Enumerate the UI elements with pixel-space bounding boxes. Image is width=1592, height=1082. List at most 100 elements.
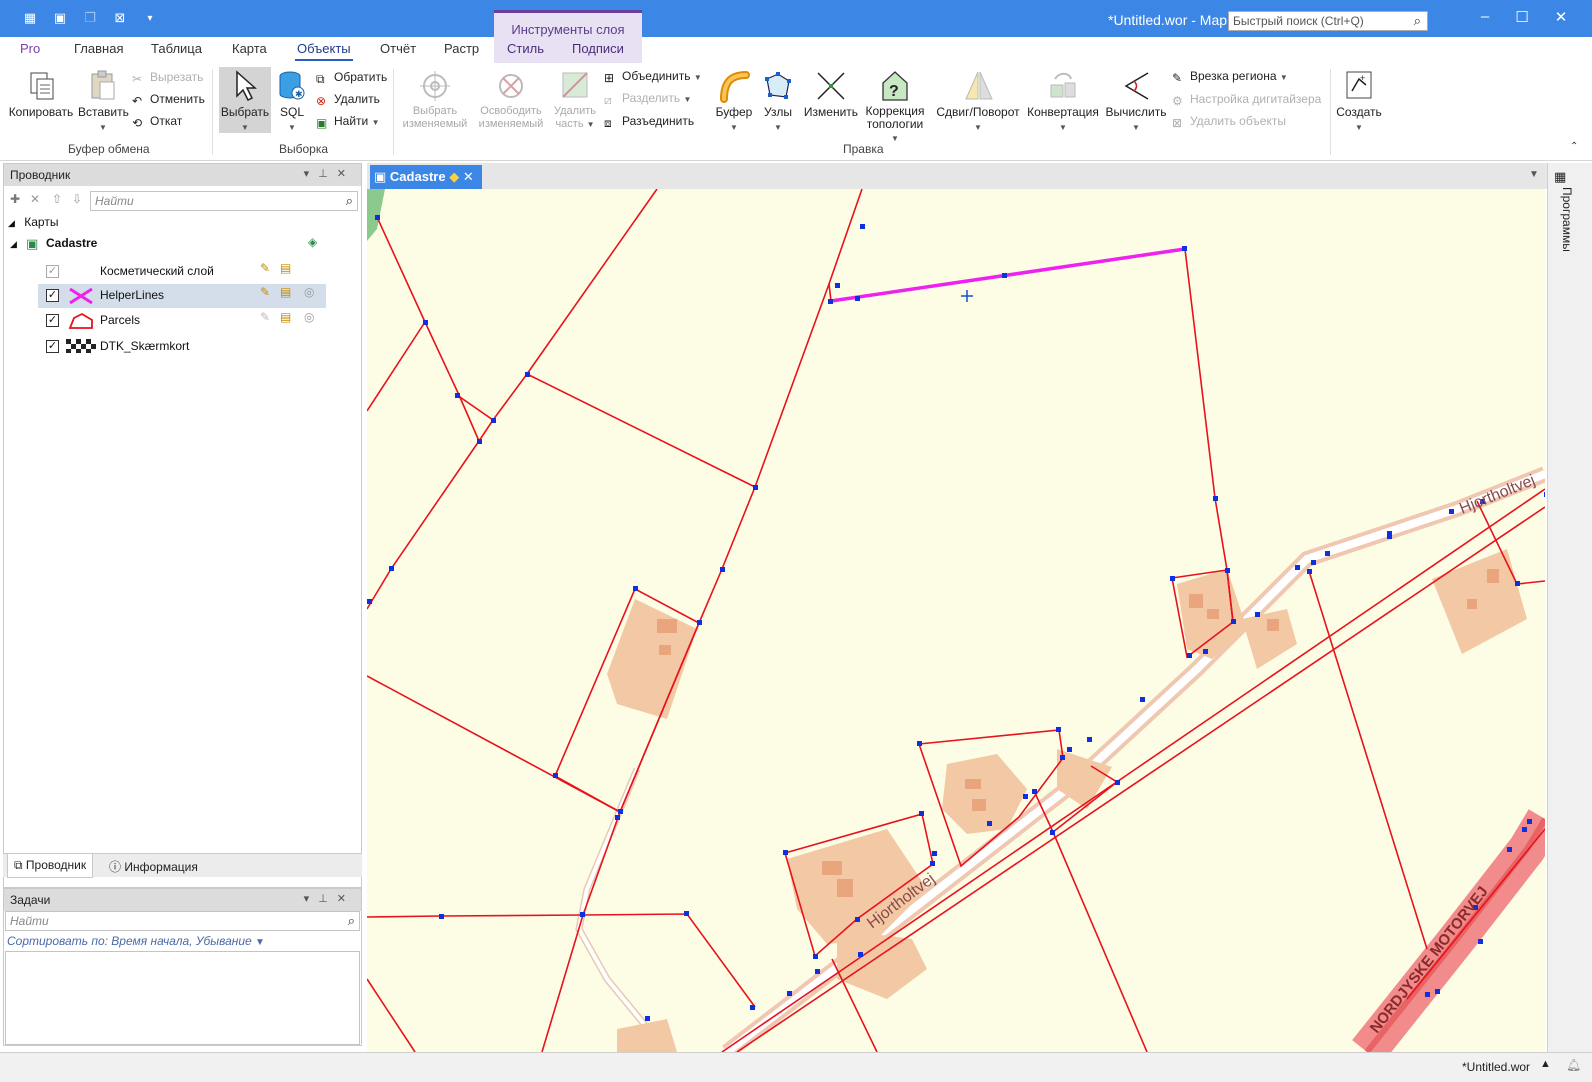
tab-raster[interactable]: Растр (444, 41, 479, 56)
svg-text:?: ? (889, 83, 899, 100)
search-icon[interactable]: ⌕ (348, 913, 355, 929)
programs-tab[interactable]: Программы (1560, 187, 1574, 252)
customize-toolbar-icon[interactable]: ▾ (142, 10, 158, 26)
nodes-button[interactable]: Узлы ▼ (758, 69, 798, 133)
tab-home[interactable]: Главная (74, 41, 123, 56)
tab-explorer[interactable]: ⧉ Проводник (7, 854, 94, 878)
topology-button[interactable]: ? Коррекция топологии ▼ (862, 69, 928, 145)
layer-visibility-checkbox[interactable]: ✓ (46, 340, 59, 353)
snap-icon[interactable]: ◎ (304, 310, 314, 324)
rollback-button[interactable]: ⟲ Откат (132, 114, 182, 130)
compute-label: Вычислить (1105, 105, 1167, 119)
minimize-button[interactable]: – (1470, 8, 1500, 30)
layer-row-parcels[interactable]: ✓ Parcels ✎ ▤ ◎ (38, 309, 326, 333)
undo-button[interactable]: ↶ Отменить (132, 92, 205, 108)
tab-map[interactable]: Карта (232, 41, 267, 56)
convert-button[interactable]: Конвертация ▼ (1026, 69, 1100, 133)
map-canvas[interactable]: Hjortholtvej Hjortholtvej NORDJYSKE MOTO… (367, 189, 1545, 1052)
find-button[interactable]: ▣ Найти ▼ (316, 114, 380, 130)
explorer-search-input[interactable]: Найти ⌕ (90, 191, 358, 211)
tab-list-dropdown-icon[interactable]: ▼ (1529, 169, 1539, 180)
search-icon[interactable]: ⌕ (1414, 13, 1421, 29)
document-tab-title: Cadastre (389, 169, 446, 184)
close-button[interactable]: ✕ (1546, 8, 1576, 30)
snap-icon[interactable]: ◎ (304, 285, 314, 299)
shift-rotate-label: Сдвиг/Поворот (936, 105, 1020, 119)
selectable-icon[interactable]: ▤ (280, 261, 291, 275)
close-table-icon[interactable]: ⊠ (112, 10, 128, 26)
invert-button[interactable]: ⧉ Обратить (316, 70, 387, 86)
digitizer-setup-button[interactable]: ⚙ Настройка дигитайзера (1172, 92, 1321, 108)
tab-info[interactable]: ⓘ Информация (109, 858, 198, 875)
selectable-icon[interactable]: ▤ (280, 285, 291, 299)
programs-icon[interactable]: ▦ (1554, 169, 1566, 185)
layer-visibility-checkbox[interactable]: ✓ (46, 314, 59, 327)
tab-table[interactable]: Таблица (151, 41, 202, 56)
panel-controls[interactable]: ▾⊥✕ (304, 167, 355, 180)
road-label-2: Hjortholtvej (1457, 472, 1538, 518)
tasks-sort-dropdown[interactable]: Сортировать по: Время начала, Убывание ▼ (7, 934, 265, 948)
buffer-button[interactable]: Буфер ▼ (712, 69, 756, 133)
move-up-icon[interactable]: ⇧ (52, 192, 62, 206)
tab-cadastre[interactable]: ▣ Cadastre ◆ ✕ (370, 165, 482, 189)
layer-row-cosmetic[interactable]: ✓ Косметический слой ✎ ▤ (38, 260, 326, 284)
delete-part-button[interactable]: Удалить часть ▼ (552, 69, 598, 131)
collapse-icon[interactable]: ◢ (10, 239, 17, 249)
panel-controls[interactable]: ▾⊥✕ (304, 892, 355, 905)
editable-pencil-icon[interactable]: ✎ (260, 310, 270, 324)
layer-row-dtk[interactable]: ✓ DTK_Skærmkort (38, 335, 326, 359)
compute-button[interactable]: Вычислить ▼ (1104, 69, 1168, 133)
add-icon[interactable]: ✚ (10, 192, 20, 206)
region-style-icon (68, 312, 93, 329)
paste-button[interactable]: Вставить ▼ (78, 69, 129, 133)
layer-row-helperlines[interactable]: ✓ HelperLines ✎ ▤ ◎ (38, 284, 326, 308)
split-button[interactable]: ⧄ Разделить ▼ (604, 91, 691, 107)
copy-window-icon[interactable]: ❐ (82, 10, 98, 26)
region-inset-button[interactable]: ✎ Врезка региона ▼ (1172, 69, 1288, 85)
nodes-icon (765, 72, 791, 99)
search-icon[interactable]: ⌕ (346, 193, 353, 209)
status-expand-icon[interactable]: ▲ (1540, 1058, 1551, 1070)
selectable-icon[interactable]: ▤ (280, 310, 291, 324)
map-drawing[interactable]: Hjortholtvej Hjortholtvej NORDJYSKE MOTO… (367, 189, 1545, 1052)
delete-selection-button[interactable]: ⊗ Удалить (316, 92, 380, 108)
tab-pro[interactable]: Pro (20, 41, 40, 56)
copy-button[interactable]: Копировать (8, 69, 74, 119)
select-button[interactable]: Выбрать ▼ (219, 67, 271, 133)
workspace-icon[interactable]: ▦ (22, 10, 38, 26)
tab-report[interactable]: Отчёт (380, 41, 416, 56)
sql-button[interactable]: ✱ SQL ▼ (274, 69, 310, 133)
close-tab-icon[interactable]: ✕ (463, 169, 474, 184)
select-editable-button[interactable]: Выбрать изменяемый (398, 69, 472, 131)
tree-map-cadastre[interactable]: ◢ ▣ Cadastre ◈ (10, 235, 317, 260)
quick-search-input[interactable]: Быстрый поиск (Ctrl+Q) ⌕ (1228, 11, 1428, 31)
maximize-button[interactable]: ☐ (1507, 8, 1537, 30)
create-button[interactable]: + Создать ▼ (1336, 69, 1382, 133)
release-editable-button[interactable]: Освободить изменяемый (474, 69, 548, 131)
delete-objects-label: Удалить объекты (1190, 114, 1286, 128)
remove-icon[interactable]: ✕ (30, 192, 40, 206)
collapse-icon[interactable]: ◢ (8, 218, 15, 228)
delete-objects-button[interactable]: ⊠ Удалить объекты (1172, 114, 1286, 130)
disaggregate-button[interactable]: ⧈ Разъединить (604, 114, 694, 130)
sql-label: SQL (279, 105, 304, 119)
notification-bell-icon[interactable]: 🔔︎ (1566, 1058, 1581, 1072)
tab-objects[interactable]: Объекты (295, 41, 353, 61)
combine-button[interactable]: ⊞ Объединить ▼ (604, 69, 702, 85)
tab-style[interactable]: Стиль (507, 41, 544, 56)
add-layer-icon[interactable]: ◈ (308, 235, 317, 249)
move-down-icon[interactable]: ⇩ (72, 192, 82, 206)
editable-pencil-icon[interactable]: ✎ (260, 285, 270, 299)
tasks-search-input[interactable]: Найти ⌕ (5, 911, 360, 931)
copy-icon (30, 72, 54, 100)
layer-visibility-checkbox[interactable]: ✓ (46, 265, 59, 278)
save-icon[interactable]: ▣ (52, 10, 68, 26)
layer-visibility-checkbox[interactable]: ✓ (46, 289, 59, 302)
shift-rotate-button[interactable]: Сдвиг/Поворот ▼ (934, 69, 1022, 133)
editable-pencil-icon[interactable]: ✎ (260, 261, 270, 275)
reshape-button[interactable]: Изменить (802, 69, 860, 119)
tab-labels[interactable]: Подписи (572, 41, 624, 56)
cut-button[interactable]: ✂ Вырезать (132, 70, 203, 86)
collapse-ribbon-icon[interactable]: ⌃ (1570, 141, 1578, 152)
helper-line[interactable] (830, 247, 1186, 303)
